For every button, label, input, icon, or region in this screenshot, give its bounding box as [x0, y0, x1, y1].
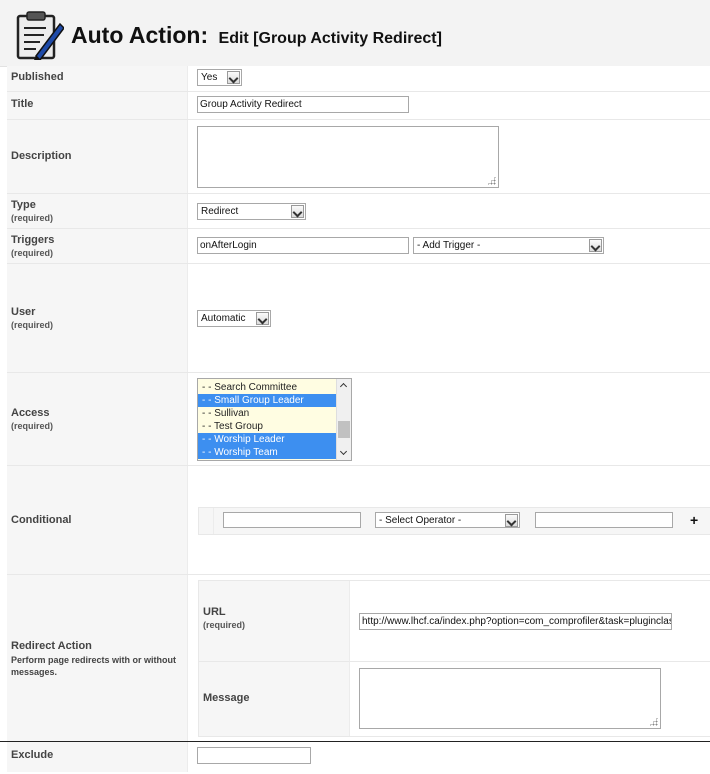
- conditional-value-input[interactable]: [535, 512, 673, 528]
- operator-value: - Select Operator -: [379, 515, 462, 526]
- url-label-cell: URL (required): [199, 581, 350, 662]
- url-label-group: URL (required): [203, 606, 245, 630]
- type-required: (required): [11, 213, 54, 223]
- published-value: Yes: [201, 72, 218, 83]
- label-cell: Triggers (required): [7, 229, 188, 263]
- divider: [0, 741, 710, 742]
- scroll-up-icon[interactable]: [337, 379, 351, 393]
- checklist-pencil-icon: [16, 11, 64, 60]
- message-label: Message: [203, 692, 250, 704]
- row-type: Type (required) Redirect: [7, 194, 710, 229]
- url-input[interactable]: http://www.lhcf.ca/index.php?option=com_…: [359, 613, 672, 630]
- type-select[interactable]: Redirect: [197, 203, 306, 220]
- redirect-action-label: Redirect Action: [11, 640, 92, 652]
- chevron-down-icon: [227, 71, 240, 84]
- add-trigger-value: - Add Trigger -: [417, 240, 481, 251]
- label-cell: Published: [7, 66, 188, 91]
- access-option[interactable]: - - Small Group Leader: [198, 394, 339, 407]
- redirect-action-description: Perform page redirects with or without m…: [11, 655, 177, 677]
- row-exclude: Exclude: [7, 742, 710, 772]
- triggers-input[interactable]: onAfterLogin: [197, 237, 409, 254]
- message-label-cell: Message: [199, 662, 350, 736]
- exclude-label: Exclude: [11, 749, 54, 761]
- title-label: Title: [11, 98, 34, 110]
- user-required: (required): [11, 320, 54, 330]
- access-option[interactable]: - - Search Committee: [198, 381, 339, 394]
- scroll-down-icon[interactable]: [337, 446, 351, 460]
- resize-grip-icon[interactable]: [649, 717, 658, 726]
- row-triggers: Triggers (required) onAfterLogin - Add T…: [7, 229, 710, 264]
- row-redirect-action: Redirect Action Perform page redirects w…: [7, 575, 710, 742]
- page-header: Auto Action: Edit [Group Activity Redire…: [0, 0, 710, 67]
- row-access: Access (required) - - Search Committee -…: [7, 373, 710, 466]
- chevron-down-icon: [256, 312, 269, 325]
- description-textarea[interactable]: [197, 126, 499, 188]
- access-option[interactable]: - - Worship Team: [198, 446, 339, 459]
- field-cell: Automatic: [188, 264, 710, 372]
- resize-grip-icon[interactable]: [487, 176, 496, 185]
- redirect-subtable: URL (required) http://www.lhcf.ca/index.…: [198, 580, 710, 737]
- user-select[interactable]: Automatic: [197, 310, 271, 327]
- row-conditional: Conditional - Select Operator - +: [7, 466, 710, 575]
- conditional-cell: [199, 508, 214, 534]
- label-cell: Redirect Action Perform page redirects w…: [7, 575, 188, 741]
- exclude-input[interactable]: [197, 747, 311, 764]
- label-cell: Exclude: [7, 742, 188, 772]
- row-title: Title Group Activity Redirect: [7, 92, 710, 120]
- access-option[interactable]: - - Sullivan: [198, 407, 339, 420]
- chevron-down-icon: [505, 514, 518, 527]
- published-select[interactable]: Yes: [197, 69, 242, 86]
- field-cell: - - Search Committee - - Small Group Lea…: [188, 373, 710, 465]
- field-cell: onAfterLogin - Add Trigger -: [188, 229, 710, 263]
- label-cell: Access (required): [7, 373, 188, 465]
- row-user: User (required) Automatic: [7, 264, 710, 373]
- field-cell: Yes: [188, 66, 710, 91]
- label-cell: Title: [7, 92, 188, 119]
- url-required: (required): [203, 620, 246, 630]
- published-label: Published: [11, 71, 64, 83]
- user-value: Automatic: [201, 313, 246, 324]
- operator-select[interactable]: - Select Operator -: [375, 512, 520, 528]
- type-value: Redirect: [201, 206, 239, 217]
- access-option[interactable]: - - Worship Leader: [198, 433, 339, 446]
- triggers-label: Triggers: [11, 234, 55, 246]
- title-input[interactable]: Group Activity Redirect: [197, 96, 409, 113]
- chevron-down-icon: [589, 239, 602, 252]
- access-scrollbar[interactable]: [336, 379, 351, 460]
- row-description: Description: [7, 120, 710, 194]
- access-required: (required): [11, 421, 54, 431]
- divider: [350, 661, 710, 662]
- add-trigger-select[interactable]: - Add Trigger -: [413, 237, 604, 254]
- label-cell: Conditional: [7, 466, 188, 574]
- scroll-thumb[interactable]: [338, 421, 350, 438]
- field-cell: Group Activity Redirect: [188, 92, 710, 119]
- triggers-required: (required): [11, 248, 54, 258]
- url-label: URL: [203, 606, 226, 618]
- chevron-down-icon: [291, 205, 304, 218]
- label-cell: User (required): [7, 264, 188, 372]
- field-cell: Redirect: [188, 194, 710, 228]
- access-option[interactable]: - - Test Group: [198, 420, 339, 433]
- page-title-sub: Edit [Group Activity Redirect]: [218, 30, 442, 47]
- conditional-label: Conditional: [11, 514, 72, 526]
- user-label: User: [11, 306, 36, 318]
- access-label: Access: [11, 407, 50, 419]
- page-title: Auto Action: Edit [Group Activity Redire…: [71, 22, 442, 49]
- field-cell: [188, 742, 710, 772]
- field-cell: [188, 120, 710, 193]
- conditional-row: - Select Operator - +: [198, 507, 710, 535]
- field-cell: URL (required) http://www.lhcf.ca/index.…: [188, 575, 710, 741]
- label-cell: Type (required): [7, 194, 188, 228]
- field-cell: - Select Operator - +: [188, 466, 710, 574]
- row-published: Published Yes: [7, 66, 710, 92]
- label-cell: Description: [7, 120, 188, 193]
- access-listbox[interactable]: - - Search Committee - - Small Group Lea…: [197, 378, 352, 461]
- page-title-main: Auto Action:: [71, 22, 209, 48]
- message-textarea[interactable]: [359, 668, 661, 729]
- description-label: Description: [11, 150, 72, 162]
- add-condition-button[interactable]: +: [690, 512, 698, 528]
- type-label: Type: [11, 199, 36, 211]
- conditional-field-input[interactable]: [223, 512, 361, 528]
